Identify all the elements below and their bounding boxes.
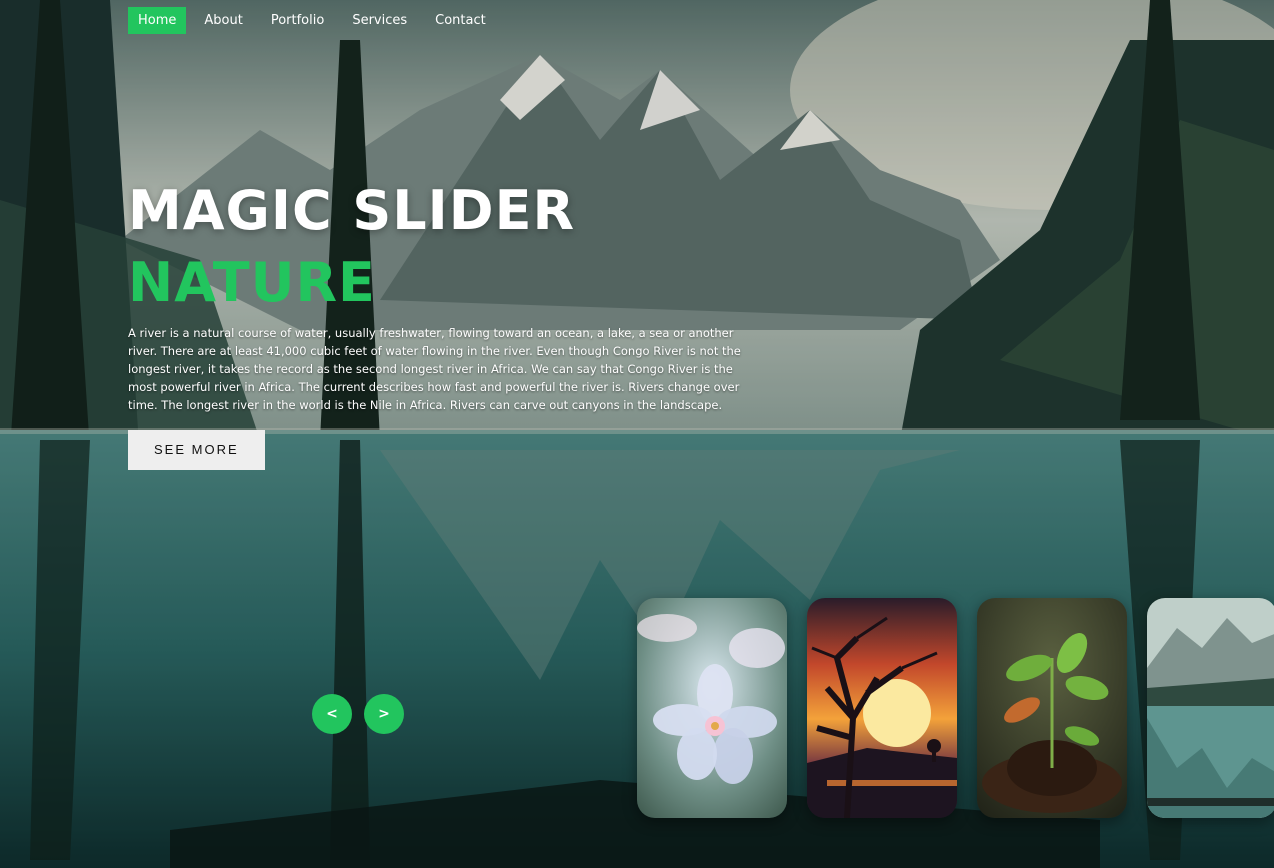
nav-services[interactable]: Services <box>342 7 417 34</box>
mountain-lake-thumbnail <box>1147 598 1274 818</box>
hero-title: MAGIC SLIDER <box>128 179 576 242</box>
thumbnail-list <box>637 598 1274 818</box>
chevron-right-icon: > <box>378 706 390 722</box>
thumbnail-flower[interactable] <box>637 598 787 818</box>
thumbnail-sunset[interactable] <box>807 598 957 818</box>
chevron-left-icon: < <box>326 706 338 722</box>
main-nav: Home About Portfolio Services Contact <box>128 7 504 34</box>
nav-home[interactable]: Home <box>128 7 187 34</box>
flower-thumbnail <box>637 598 787 818</box>
nav-contact[interactable]: Contact <box>425 7 496 34</box>
sunset-tree-thumbnail <box>807 598 957 818</box>
hero-content: MAGIC SLIDER NATURE A river is a natural… <box>128 180 768 470</box>
slider-controls: < > <box>312 694 404 734</box>
nav-about[interactable]: About <box>194 7 252 34</box>
hero-description: A river is a natural course of water, us… <box>128 326 741 412</box>
nav-portfolio[interactable]: Portfolio <box>261 7 334 34</box>
thumbnail-lake[interactable] <box>1147 598 1274 818</box>
next-arrow-button[interactable]: > <box>364 694 404 734</box>
thumbnail-sprout[interactable] <box>977 598 1127 818</box>
see-more-button[interactable]: SEE MORE <box>128 430 265 470</box>
prev-arrow-button[interactable]: < <box>312 694 352 734</box>
hero-subtitle: NATURE <box>128 251 376 314</box>
sprout-thumbnail <box>977 598 1127 818</box>
